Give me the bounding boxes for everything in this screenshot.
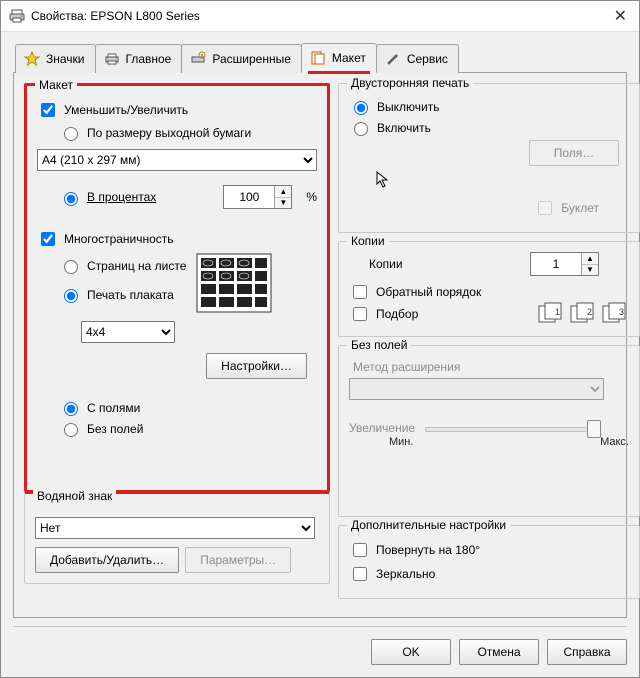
radio-by-output-paper[interactable]: По размеру выходной бумаги xyxy=(59,124,317,141)
radio-by-output-paper-label: По размеру выходной бумаги xyxy=(87,126,251,140)
check-booklet[interactable]: Буклет xyxy=(534,198,599,218)
radio-borderless-label: Без полей xyxy=(87,422,143,436)
svg-text:1: 1 xyxy=(555,307,560,317)
titlebar: Свойства: EPSON L800 Series ✕ xyxy=(1,1,639,32)
group-watermark: Водяной знак Нет Добавить/Удалить… Парам… xyxy=(24,490,330,584)
group-borderless-settings: Без полей Метод расширения Увеличение xyxy=(338,345,640,517)
radio-borderless[interactable]: Без полей xyxy=(59,420,317,437)
check-multipage[interactable]: Многостраничность xyxy=(37,229,317,249)
spin-down-icon[interactable]: ▼ xyxy=(582,265,598,276)
copies-label: Копии xyxy=(369,257,403,271)
tab-advanced[interactable]: Расширенные xyxy=(181,44,302,73)
check-mirror[interactable]: Зеркально xyxy=(349,564,629,584)
select-poster-size[interactable]: 4x4 xyxy=(81,321,175,343)
tab-icons[interactable]: Значки xyxy=(15,44,96,73)
group-watermark-title: Водяной знак xyxy=(33,489,116,503)
tabstrip: Значки Главное Расширенные Макет xyxy=(13,42,627,73)
window-title: Свойства: EPSON L800 Series xyxy=(31,9,200,23)
watermark-add-remove-button[interactable]: Добавить/Удалить… xyxy=(35,547,179,573)
star-icon xyxy=(24,51,40,67)
check-collate[interactable]: Подбор xyxy=(349,304,418,324)
ok-button[interactable]: OK xyxy=(371,639,451,665)
radio-duplex-on-label: Включить xyxy=(377,121,431,135)
poster-thumbnail xyxy=(196,253,272,313)
check-rotate-180-label: Повернуть на 180° xyxy=(376,543,480,557)
help-button[interactable]: Справка xyxy=(547,639,627,665)
printer-properties-window: Свойства: EPSON L800 Series ✕ Значки Гла… xyxy=(0,0,640,678)
spin-up-icon[interactable]: ▲ xyxy=(275,186,291,198)
tab-layout-label: Макет xyxy=(332,51,366,65)
tab-main[interactable]: Главное xyxy=(95,44,183,73)
radio-poster-print[interactable]: Печать плаката xyxy=(59,286,186,303)
select-expansion-method xyxy=(349,378,604,400)
tab-advanced-label: Расширенные xyxy=(212,52,291,66)
radio-with-borders-label: С полями xyxy=(87,401,140,415)
tab-layout[interactable]: Макет xyxy=(301,43,377,73)
check-rotate-180[interactable]: Повернуть на 180° xyxy=(349,540,629,560)
group-layout: Макет Уменьшить/Увеличить По размеру вых… xyxy=(24,83,330,494)
select-paper-size[interactable]: A4 (210 x 297 мм) xyxy=(37,149,317,171)
check-reverse-order[interactable]: Обратный порядок xyxy=(349,282,481,302)
spin-copies[interactable]: ▲▼ xyxy=(530,252,599,276)
group-copies: Копии Копии ▲▼ xyxy=(338,241,640,337)
select-watermark[interactable]: Нет xyxy=(35,517,315,539)
spin-percent[interactable]: ▲▼ xyxy=(223,185,292,209)
spin-up-icon[interactable]: ▲ xyxy=(582,253,598,265)
group-extra-settings: Дополнительные настройки Повернуть на 18… xyxy=(338,525,640,599)
gear-printer-icon xyxy=(190,51,206,67)
percent-sign: % xyxy=(306,190,317,204)
enlargement-slider xyxy=(425,420,595,436)
check-reduce-enlarge-label: Уменьшить/Увеличить xyxy=(64,103,188,117)
radio-pages-per-sheet[interactable]: Страниц на листе xyxy=(59,257,186,274)
group-layout-title: Макет xyxy=(35,78,77,92)
tab-main-label: Главное xyxy=(126,52,172,66)
check-multipage-label: Многостраничность xyxy=(64,232,174,246)
layout-icon xyxy=(310,50,326,66)
collate-icons: 1 2 3 xyxy=(537,302,629,326)
radio-duplex-on[interactable]: Включить xyxy=(349,119,629,136)
check-reduce-enlarge[interactable]: Уменьшить/Увеличить xyxy=(37,100,317,120)
svg-text:3: 3 xyxy=(619,307,624,317)
slider-max-label: Макс. xyxy=(600,436,629,448)
radio-duplex-off-label: Выключить xyxy=(377,100,439,114)
printer-small-icon xyxy=(104,51,120,67)
wrench-icon xyxy=(385,51,401,67)
radio-in-percent[interactable]: В процентах xyxy=(59,189,156,206)
radio-pages-per-sheet-label: Страниц на листе xyxy=(87,259,186,273)
group-borderless-title: Без полей xyxy=(347,338,411,352)
radio-in-percent-label: В процентах xyxy=(87,190,156,204)
check-collate-label: Подбор xyxy=(376,307,418,321)
group-duplex-title: Двусторонняя печать xyxy=(347,76,473,90)
svg-text:2: 2 xyxy=(587,307,592,317)
radio-duplex-off[interactable]: Выключить xyxy=(349,98,629,115)
group-duplex: Двусторонняя печать Выключить Включить П… xyxy=(338,83,640,233)
check-reverse-order-label: Обратный порядок xyxy=(376,285,481,299)
check-booklet-label: Буклет xyxy=(561,201,599,215)
input-percent-value[interactable] xyxy=(224,186,274,208)
poster-settings-button[interactable]: Настройки… xyxy=(206,353,307,379)
watermark-params-button: Параметры… xyxy=(185,547,291,573)
enlargement-label: Увеличение xyxy=(349,421,415,435)
radio-poster-print-label: Печать плаката xyxy=(87,288,174,302)
close-icon[interactable]: ✕ xyxy=(614,6,627,26)
group-extra-title: Дополнительные настройки xyxy=(347,518,510,532)
radio-with-borders[interactable]: С полями xyxy=(59,399,317,416)
duplex-fields-button: Поля… xyxy=(529,140,619,166)
tab-service[interactable]: Сервис xyxy=(376,44,459,73)
spin-down-icon[interactable]: ▼ xyxy=(275,198,291,209)
group-copies-title: Копии xyxy=(347,234,389,248)
slider-min-label: Мин. xyxy=(389,436,413,448)
printer-icon xyxy=(9,8,25,24)
tab-service-label: Сервис xyxy=(407,52,448,66)
cursor-icon xyxy=(375,170,629,188)
expansion-method-label: Метод расширения xyxy=(353,360,629,374)
dialog-button-bar: OK Отмена Справка xyxy=(13,626,627,665)
check-mirror-label: Зеркально xyxy=(376,567,435,581)
tab-page-layout: Макет Уменьшить/Увеличить По размеру вых… xyxy=(13,73,627,618)
cancel-button[interactable]: Отмена xyxy=(459,639,539,665)
tab-icons-label: Значки xyxy=(46,52,85,66)
input-copies-value[interactable] xyxy=(531,253,581,275)
